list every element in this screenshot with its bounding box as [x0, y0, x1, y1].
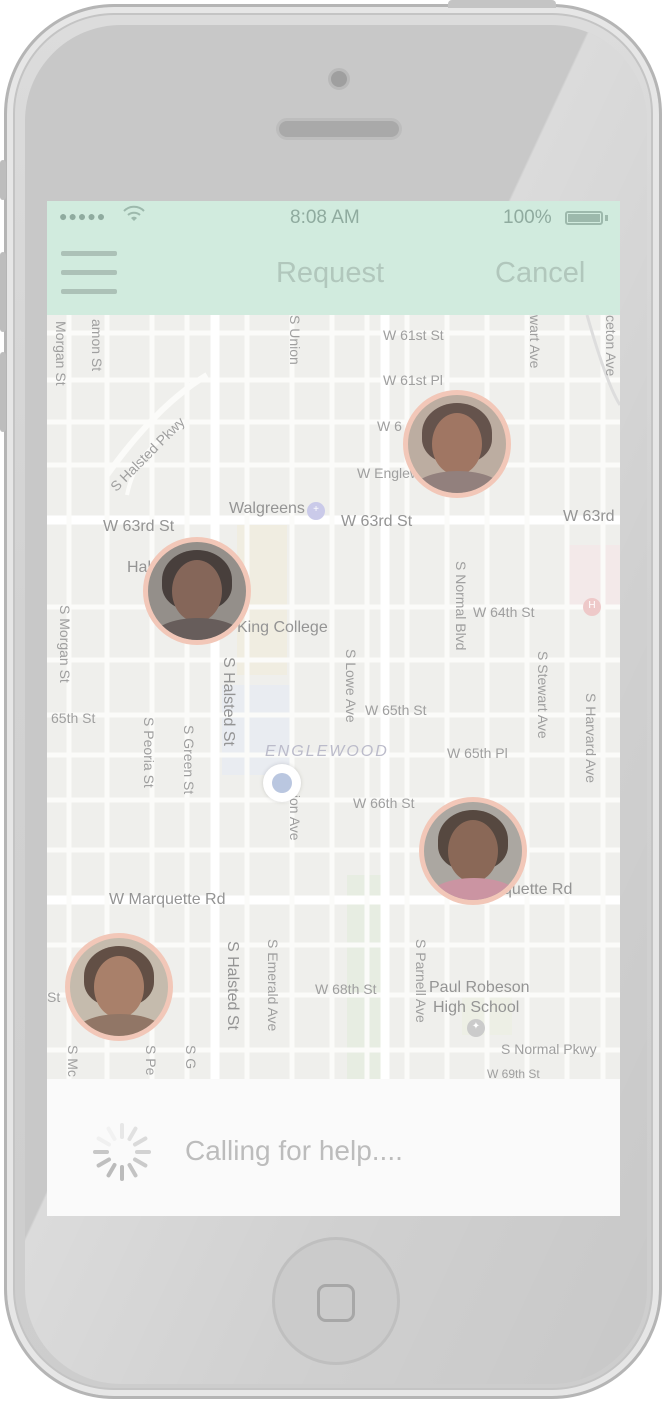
- map-label: S Harvard Ave: [583, 693, 599, 784]
- map-label: W Marquette Rd: [109, 891, 226, 908]
- home-button[interactable]: [272, 1237, 400, 1365]
- map-label: S Lowe Ave: [343, 649, 359, 723]
- map-label: W 66th St: [353, 795, 415, 811]
- map-label: W 63rd St: [341, 513, 413, 530]
- map-label: W 68th St: [315, 981, 377, 997]
- nav-bar: Request Cancel: [47, 235, 620, 315]
- map-label: W 6: [377, 418, 402, 434]
- map-label: 65th St: [51, 710, 96, 726]
- map-view[interactable]: W 61st St W 61st Pl W 6 W Englew S Halst…: [47, 315, 620, 1079]
- power-button: [448, 0, 556, 8]
- calling-panel: Calling for help....: [47, 1079, 620, 1216]
- hospital-icon: H: [583, 598, 601, 616]
- helper-avatar[interactable]: [65, 933, 173, 1041]
- page-title: Request: [275, 257, 384, 289]
- calling-status-text: Calling for help....: [185, 1135, 403, 1166]
- map-label: S Stewart Ave: [535, 651, 551, 739]
- map-label: W 63rd St: [103, 518, 175, 535]
- map-label: S Parnell Ave: [413, 939, 429, 1023]
- volume-down-button: [0, 352, 6, 432]
- map-label: S Emerald Ave: [265, 939, 281, 1032]
- map-label: Walgreens: [229, 500, 305, 517]
- loading-spinner-icon: [89, 1119, 155, 1185]
- volume-up-button: [0, 252, 6, 332]
- map-label: S Halsted St: [224, 941, 241, 1030]
- map-label: W 65th St: [365, 702, 427, 718]
- map-label: S Morgan St: [57, 605, 73, 683]
- current-location-marker: [263, 764, 301, 802]
- hamburger-menu-icon[interactable]: [61, 251, 117, 295]
- map-label: S Pe: [143, 1045, 159, 1076]
- home-square-icon: [317, 1284, 355, 1322]
- map-label: wart Ave: [527, 315, 543, 369]
- helper-avatar[interactable]: [143, 537, 251, 645]
- map-label: S Normal Blvd: [453, 561, 469, 651]
- map-label: ceton Ave: [603, 315, 619, 377]
- map-label: S Union: [287, 315, 303, 365]
- map-label: W 69th St: [487, 1067, 540, 1079]
- school-icon: ✦: [467, 1019, 485, 1037]
- helper-avatar[interactable]: [419, 797, 527, 905]
- map-label: S Halsted St: [220, 657, 237, 746]
- front-camera: [328, 68, 350, 90]
- app-screen: ●●●●● 8:08 AM 100% Request Cancel W 61st…: [47, 201, 620, 1216]
- neighborhood-label: ENGLEWOOD: [265, 743, 389, 760]
- battery-percent: 100%: [503, 207, 552, 228]
- map-label: amon St: [89, 319, 105, 372]
- status-bar: ●●●●● 8:08 AM 100%: [47, 201, 620, 235]
- signal-strength-icon: ●●●●●: [59, 208, 107, 224]
- pharmacy-icon: +: [307, 502, 325, 520]
- battery-tip: [605, 215, 608, 221]
- map-label: W 65th Pl: [447, 745, 508, 761]
- mute-switch: [0, 160, 6, 200]
- map-label: W 61st Pl: [383, 372, 443, 388]
- earpiece-speaker: [276, 118, 402, 140]
- map-label: S Peoria St: [141, 717, 157, 788]
- map-label: S Mc: [65, 1045, 81, 1077]
- map-label: W 61st St: [383, 327, 444, 343]
- map-label: Paul Robeson: [429, 979, 530, 996]
- map-label: W 64th St: [473, 604, 535, 620]
- map-label: W 63rd: [563, 508, 615, 525]
- map-label: S Green St: [181, 725, 197, 795]
- map-label: Morgan St: [53, 321, 69, 386]
- map-label: S G: [183, 1045, 199, 1070]
- cancel-button[interactable]: Cancel: [495, 257, 585, 290]
- map-label: S Normal Pkwy: [501, 1041, 597, 1057]
- battery-icon: [565, 211, 603, 225]
- wifi-icon: [123, 205, 145, 228]
- helper-avatar[interactable]: [403, 390, 511, 498]
- status-time: 8:08 AM: [290, 207, 360, 228]
- map-label: High School: [433, 999, 520, 1016]
- map-label: King College: [237, 619, 328, 636]
- map-label: St: [47, 989, 61, 1005]
